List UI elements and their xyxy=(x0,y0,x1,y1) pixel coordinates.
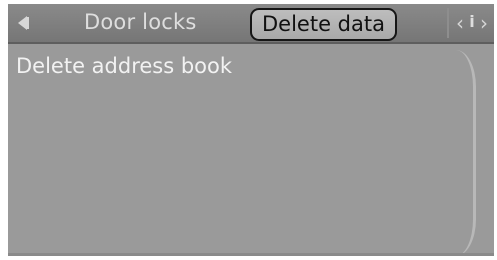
header-bar: Door locks Delete data ‹ i › xyxy=(8,4,494,44)
back-arrow-icon xyxy=(18,16,27,30)
tab-door-locks[interactable]: Door locks xyxy=(84,10,197,34)
header-divider xyxy=(447,8,449,38)
bracket-right-icon: › xyxy=(480,11,488,35)
scroll-track[interactable] xyxy=(456,50,476,256)
info-icon: i xyxy=(469,12,475,31)
menu-content: Delete address book xyxy=(8,44,494,256)
info-button[interactable]: ‹ i › xyxy=(455,9,489,37)
bracket-left-icon: ‹ xyxy=(456,11,464,35)
display-screen: Door locks Delete data ‹ i › Delete addr… xyxy=(8,4,494,256)
bottom-edge xyxy=(8,253,494,256)
tab-delete-data[interactable]: Delete data xyxy=(250,8,397,41)
back-bar-icon xyxy=(27,17,29,29)
menu-item-delete-address-book[interactable]: Delete address book xyxy=(16,54,232,78)
